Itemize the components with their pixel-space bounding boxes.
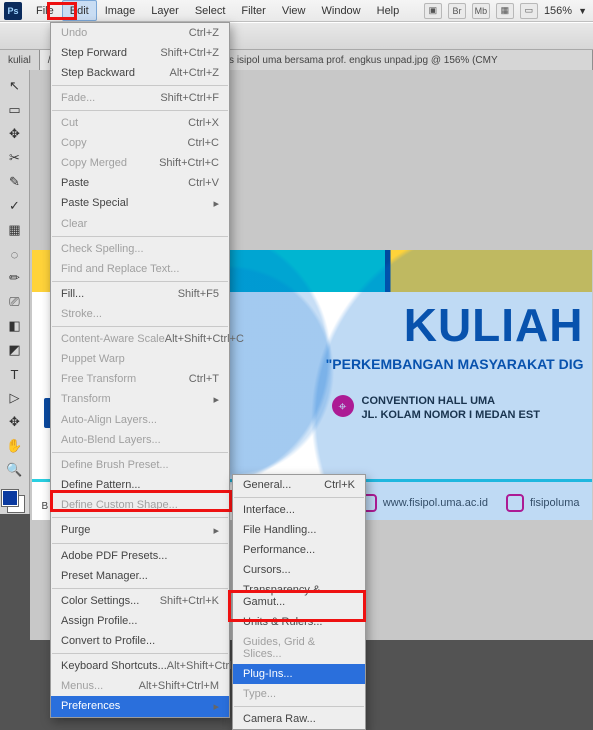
submenu-item[interactable]: Cursors... — [233, 560, 365, 580]
tool-button[interactable]: ✥ — [2, 411, 28, 433]
icon-bridge[interactable]: Br — [448, 3, 466, 19]
tool-button[interactable]: 🔍 — [2, 459, 28, 481]
menu-item: Auto-Align Layers... — [51, 410, 229, 430]
tool-button[interactable]: ↖ — [2, 75, 28, 97]
menu-filter[interactable]: Filter — [233, 0, 273, 21]
menu-select[interactable]: Select — [187, 0, 234, 21]
banner-subtitle: "PERKEMBANGAN MASYARAKAT DIG — [326, 356, 584, 372]
menu-item[interactable]: Purge▸ — [51, 520, 229, 541]
submenu-item: Guides, Grid & Slices... — [233, 632, 365, 664]
menu-item[interactable]: Step ForwardShift+Ctrl+Z — [51, 43, 229, 63]
venue-block: ⌖ CONVENTION HALL UMA JL. KOLAM NOMOR I … — [332, 395, 540, 423]
menu-item: Stroke... — [51, 304, 229, 324]
menu-layer[interactable]: Layer — [143, 0, 187, 21]
app-logo: Ps — [4, 2, 22, 20]
banner-title: KULIAH — [404, 298, 584, 352]
menu-item: Find and Replace Text... — [51, 259, 229, 279]
menu-help[interactable]: Help — [369, 0, 408, 21]
menu-item: Copy MergedShift+Ctrl+C — [51, 153, 229, 173]
footer-links: www.fisipol.uma.ac.id fisipoluma — [359, 494, 580, 512]
menubar-right: ▣ Br Mb ▦ ▭ 156% ▼ — [424, 3, 593, 19]
tool-button[interactable]: ⎚ — [2, 291, 28, 313]
menu-item: Auto-Blend Layers... — [51, 430, 229, 450]
venue-line-2: JL. KOLAM NOMOR I MEDAN EST — [362, 409, 540, 423]
submenu-item[interactable]: Plug-Ins... — [233, 664, 365, 684]
submenu-item[interactable]: General...Ctrl+K — [233, 475, 365, 495]
submenu-item[interactable]: Interface... — [233, 500, 365, 520]
tool-button[interactable]: T — [2, 363, 28, 385]
menu-view[interactable]: View — [274, 0, 314, 21]
menu-item: Check Spelling... — [51, 239, 229, 259]
submenu-item[interactable]: Camera Raw... — [233, 709, 365, 729]
submenu-item[interactable]: Units & Rulers... — [233, 612, 365, 632]
menu-item: Define Brush Preset... — [51, 455, 229, 475]
menu-item: Free TransformCtrl+T — [51, 369, 229, 389]
document-tab[interactable]: kulial — [0, 50, 40, 70]
menu-item[interactable]: Preferences▸ — [51, 696, 229, 717]
menu-item: CutCtrl+X — [51, 113, 229, 133]
menu-item: CopyCtrl+C — [51, 133, 229, 153]
menu-item[interactable]: Step BackwardAlt+Ctrl+Z — [51, 63, 229, 83]
pin-icon: ⌖ — [332, 395, 354, 417]
tool-button[interactable]: ✂ — [2, 147, 28, 169]
color-swatches[interactable] — [0, 488, 26, 514]
submenu-item[interactable]: Performance... — [233, 540, 365, 560]
instagram-icon — [506, 494, 524, 512]
menubar: Ps FileEditImageLayerSelectFilterViewWin… — [0, 0, 593, 22]
menu-item: Define Custom Shape... — [51, 495, 229, 515]
submenu-item[interactable]: Transparency & Gamut... — [233, 580, 365, 612]
menu-edit[interactable]: Edit — [62, 0, 97, 21]
preferences-submenu: General...Ctrl+K Interface...File Handlin… — [232, 474, 366, 730]
menu-image[interactable]: Image — [97, 0, 144, 21]
menu-item: Menus...Alt+Shift+Ctrl+M — [51, 676, 229, 696]
menu-item: Transform▸ — [51, 389, 229, 410]
tool-button[interactable]: ✓ — [2, 195, 28, 217]
menu-file[interactable]: File — [28, 0, 62, 21]
icon-launch[interactable]: ▣ — [424, 3, 442, 19]
submenu-item: Type... — [233, 684, 365, 704]
menu-window[interactable]: Window — [314, 0, 369, 21]
tool-button[interactable]: ◩ — [2, 339, 28, 361]
tool-button[interactable]: ✎ — [2, 171, 28, 193]
tool-button[interactable]: ◧ — [2, 315, 28, 337]
menu-item[interactable]: PasteCtrl+V — [51, 173, 229, 193]
menu-item[interactable]: Preset Manager... — [51, 566, 229, 586]
tool-button[interactable]: ▭ — [2, 99, 28, 121]
tool-button[interactable]: ✏ — [2, 267, 28, 289]
menu-item[interactable]: Define Pattern... — [51, 475, 229, 495]
tool-button[interactable]: ▷ — [2, 387, 28, 409]
chevron-down-icon[interactable]: ▼ — [578, 6, 587, 16]
menu-item[interactable]: Adobe PDF Presets... — [51, 546, 229, 566]
tool-button[interactable]: ✋ — [2, 435, 28, 457]
menu-item: Content-Aware ScaleAlt+Shift+Ctrl+C — [51, 329, 229, 349]
menu-item: UndoCtrl+Z — [51, 23, 229, 43]
edit-menu: UndoCtrl+ZStep ForwardShift+Ctrl+ZStep B… — [50, 22, 230, 718]
menu-item: Puppet Warp — [51, 349, 229, 369]
venue-line-1: CONVENTION HALL UMA — [362, 395, 540, 409]
menu-item[interactable]: Keyboard Shortcuts...Alt+Shift+Ctrl+K — [51, 656, 229, 676]
menu-item: Clear — [51, 214, 229, 234]
icon-screen[interactable]: ▭ — [520, 3, 538, 19]
icon-grid[interactable]: ▦ — [496, 3, 514, 19]
menu-item[interactable]: Color Settings...Shift+Ctrl+K — [51, 591, 229, 611]
tool-button[interactable]: ✥ — [2, 123, 28, 145]
menu-item[interactable]: Convert to Profile... — [51, 631, 229, 651]
menu-item[interactable]: Fill...Shift+F5 — [51, 284, 229, 304]
menu-item[interactable]: Paste Special▸ — [51, 193, 229, 214]
menu-item: Fade...Shift+Ctrl+F — [51, 88, 229, 108]
icon-mb[interactable]: Mb — [472, 3, 490, 19]
link-text: www.fisipol.uma.ac.id — [383, 497, 488, 509]
tool-button[interactable]: ◌ — [2, 243, 28, 265]
tools-panel: ↖▭✥✂✎✓▦◌✏⎚◧◩T▷✥✋🔍 — [0, 70, 30, 514]
link-text: fisipoluma — [530, 497, 580, 509]
menu-item[interactable]: Assign Profile... — [51, 611, 229, 631]
tool-button[interactable]: ▦ — [2, 219, 28, 241]
zoom-label: 156% — [544, 5, 572, 17]
submenu-item[interactable]: File Handling... — [233, 520, 365, 540]
